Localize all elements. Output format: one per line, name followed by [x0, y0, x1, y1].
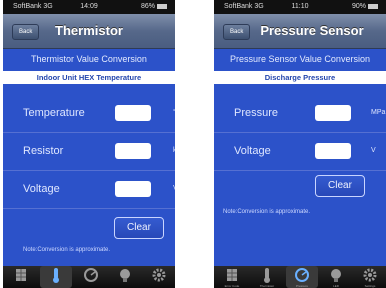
row-divider	[3, 170, 175, 171]
tab-error-code[interactable]	[5, 266, 37, 288]
voltage-unit: V	[173, 185, 175, 192]
conversion-subtitle: Thermistor Value Conversion	[31, 54, 147, 64]
clear-button[interactable]: Clear	[315, 175, 365, 197]
status-bar: SoftBank 3G 11:10 90%	[214, 0, 386, 14]
thermistor-screen: SoftBank 3G 14:09 86% Thermistor Back Th…	[3, 0, 175, 288]
back-button[interactable]: Back	[12, 24, 40, 40]
section-header: Indoor Unit HEX Temperature	[3, 71, 175, 84]
voltage-label: Voltage	[23, 183, 60, 195]
gear-icon	[152, 268, 166, 282]
pressure-unit: MPa	[371, 109, 386, 116]
gauge-icon	[84, 268, 98, 282]
row-divider	[214, 132, 386, 133]
tab-thermistor[interactable]	[40, 266, 72, 288]
tab-led[interactable]	[109, 266, 141, 288]
bulb-icon	[331, 269, 341, 282]
voltage-label: Voltage	[234, 145, 271, 157]
temperature-label: Temperature	[23, 107, 85, 119]
pressure-sensor-screen: SoftBank 3G 11:10 90% Pressure Sensor Ba…	[214, 0, 386, 288]
approximation-note: Note:Conversion is approximate.	[223, 209, 311, 215]
row-divider	[214, 170, 386, 171]
thermometer-icon	[53, 268, 59, 283]
battery-percent: 86%	[140, 3, 155, 10]
approximation-note: Note:Conversion is approximate.	[23, 247, 111, 253]
row-divider	[3, 208, 175, 209]
voltage-unit: V	[371, 147, 376, 154]
thermometer-icon	[264, 268, 270, 283]
tab-label: Pressure	[295, 284, 308, 288]
bulb-icon	[120, 269, 130, 282]
voltage-input[interactable]	[315, 143, 351, 159]
tab-settings[interactable]: Settings	[354, 266, 386, 288]
tab-label: LED	[333, 284, 339, 288]
clear-button[interactable]: Clear	[114, 217, 164, 239]
tab-thermistor[interactable]: Thermistor	[251, 266, 283, 288]
resistor-input[interactable]	[115, 143, 151, 159]
resistor-label: Resistor	[23, 145, 64, 157]
tab-label: Thermistor	[259, 284, 275, 288]
voltage-input[interactable]	[115, 181, 151, 197]
tab-error-code[interactable]: Error Code	[216, 266, 248, 288]
pressure-input[interactable]	[315, 105, 351, 121]
conversion-subtitle: Pressure Sensor Value Conversion	[230, 54, 370, 64]
grid-icon	[227, 269, 237, 281]
pressure-label: Pressure	[234, 107, 279, 119]
status-bar: SoftBank 3G 14:09 86%	[3, 0, 175, 14]
navigation-bar: Pressure Sensor Back	[214, 14, 386, 49]
battery-indicator: 90%	[352, 0, 378, 14]
row-divider	[3, 132, 175, 133]
pressure-row: Pressure MPa	[214, 96, 386, 132]
gauge-icon	[295, 268, 309, 282]
resistor-row: Resistor kΩ	[3, 134, 175, 170]
tab-label: Error Code	[224, 284, 240, 288]
battery-icon	[368, 3, 378, 9]
gear-icon	[363, 268, 377, 282]
tab-pressure[interactable]	[75, 266, 107, 288]
navigation-bar: Thermistor Back	[3, 14, 175, 49]
tab-led[interactable]: LED	[320, 266, 352, 288]
grid-icon	[16, 269, 26, 281]
temperature-row: Temperature °C	[3, 96, 175, 132]
tab-settings[interactable]	[143, 266, 175, 288]
voltage-row: Voltage V	[214, 134, 386, 170]
tab-bar: Error Code Thermistor Pressure LED Setti…	[214, 266, 386, 288]
battery-percent: 90%	[351, 3, 366, 10]
section-header: Discharge Pressure	[214, 71, 386, 84]
tab-bar	[3, 266, 175, 288]
resistor-unit: kΩ	[173, 147, 175, 154]
tab-label: Settings	[364, 284, 376, 288]
tab-pressure[interactable]: Pressure	[286, 266, 318, 288]
battery-icon	[157, 3, 167, 9]
temperature-input[interactable]	[115, 105, 151, 121]
back-button[interactable]: Back	[223, 24, 251, 40]
temperature-unit: °C	[173, 109, 175, 116]
voltage-row: Voltage V	[3, 172, 175, 208]
battery-indicator: 86%	[141, 0, 167, 14]
